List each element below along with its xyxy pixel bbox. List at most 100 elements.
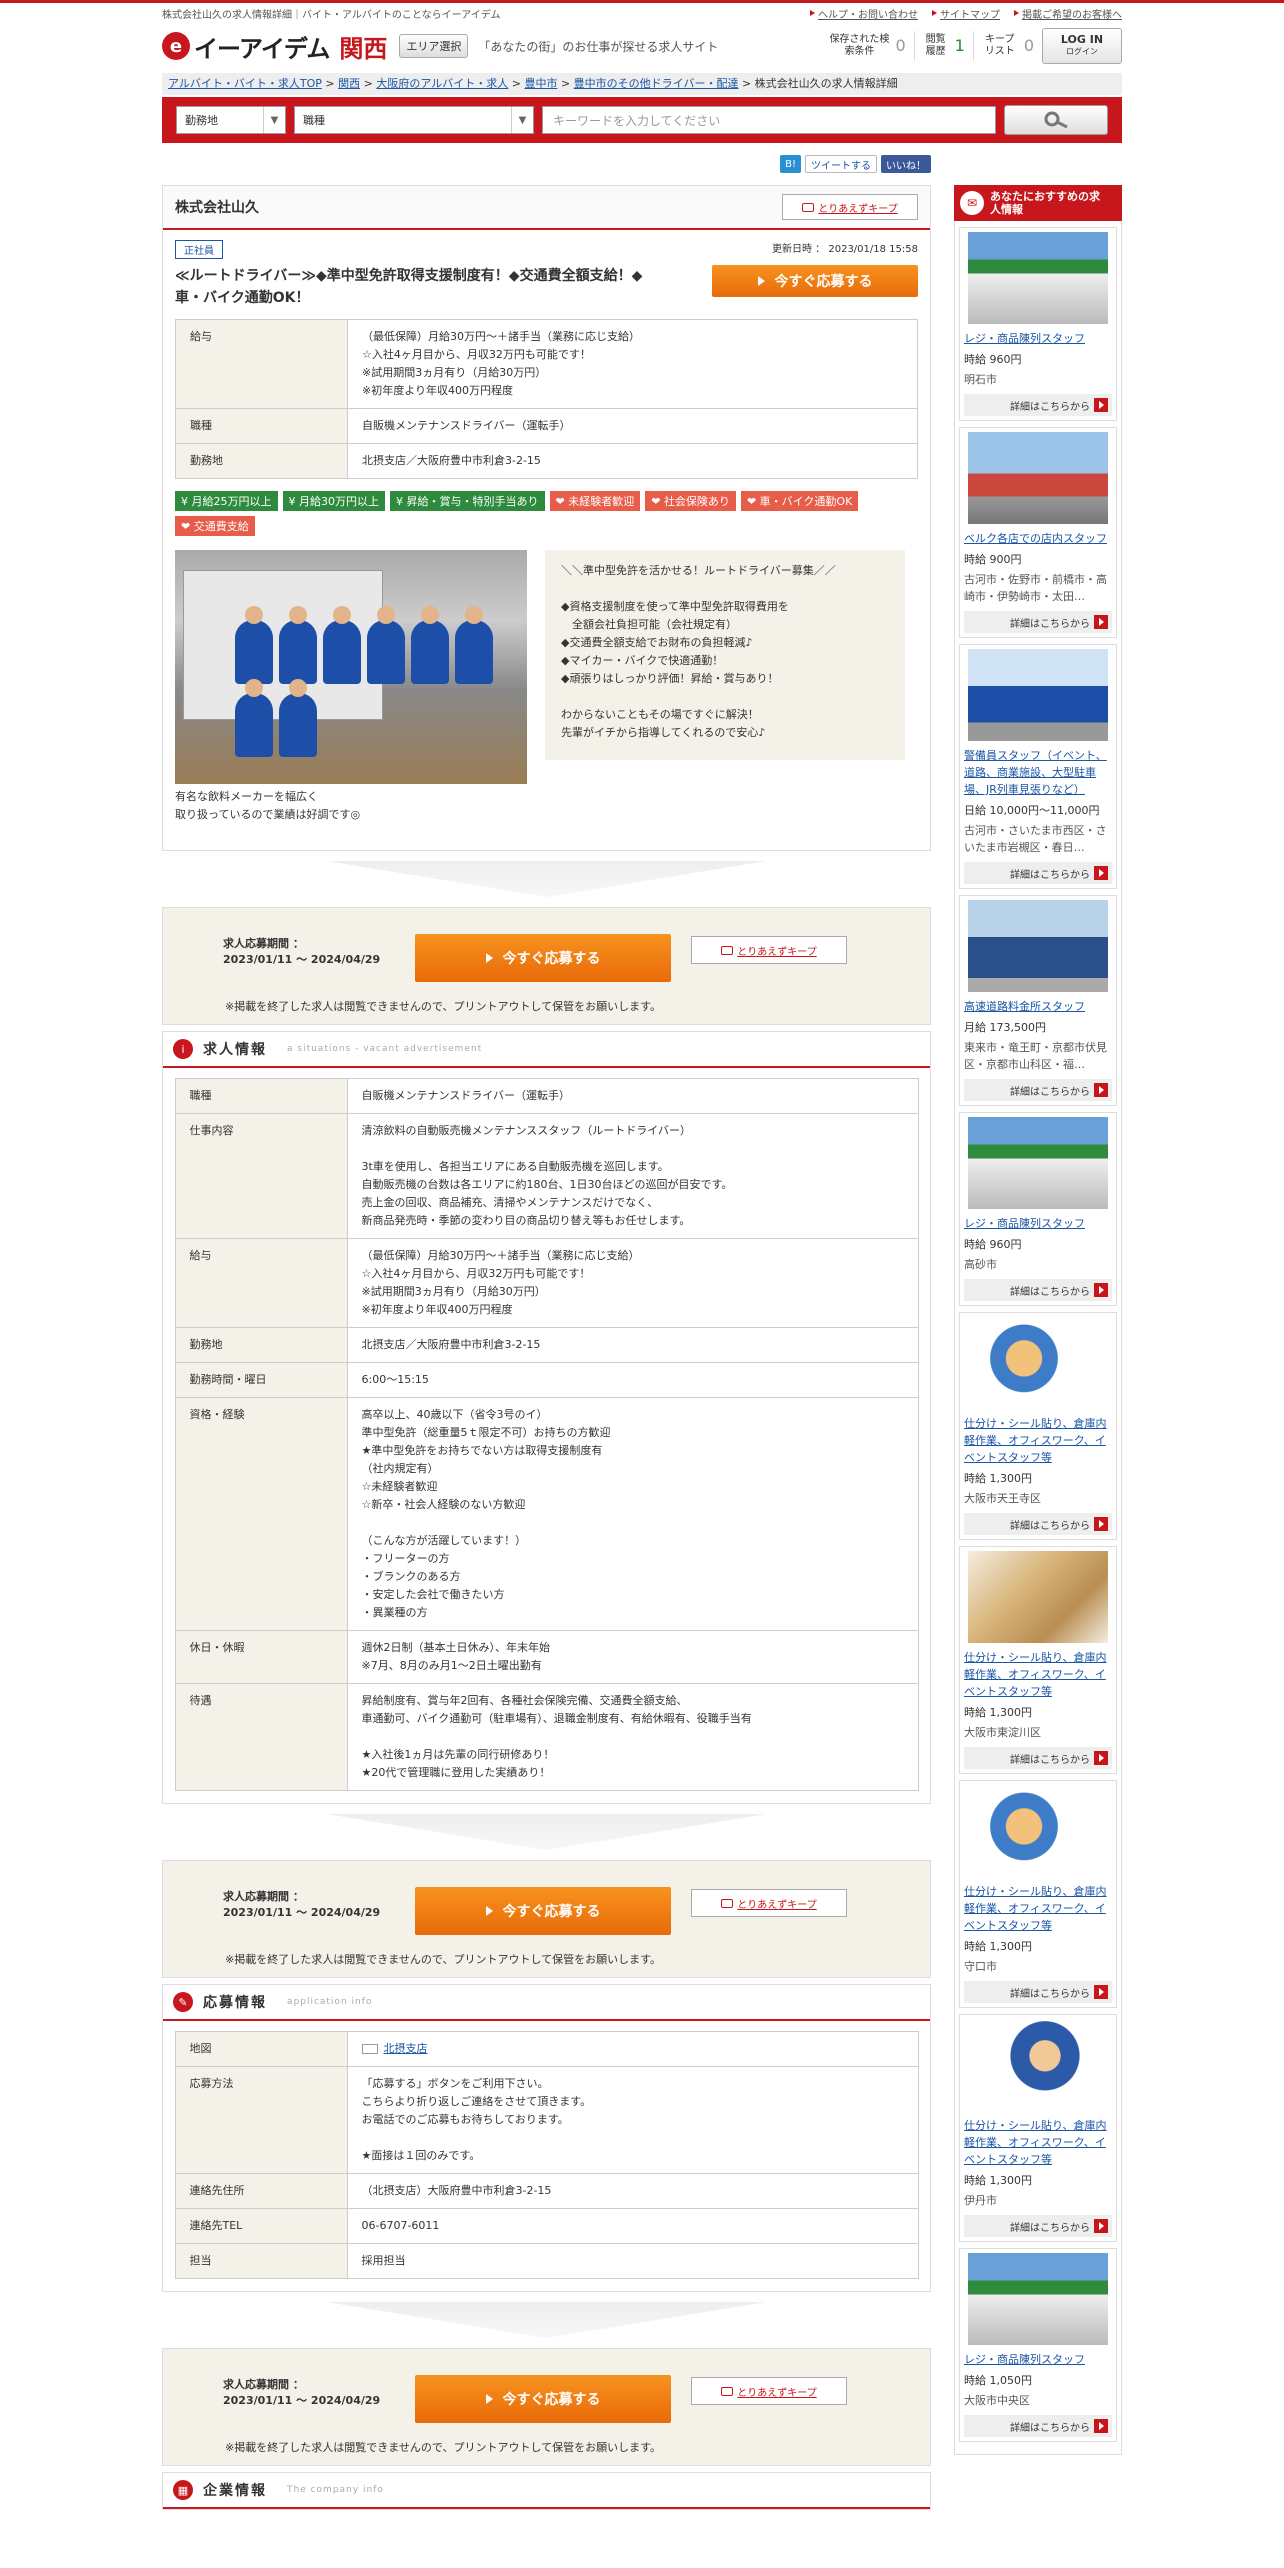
job-type-select[interactable]: 職種 ▼ bbox=[294, 106, 534, 134]
job-thumbnail[interactable] bbox=[968, 900, 1108, 992]
job-thumbnail[interactable] bbox=[968, 1785, 1108, 1877]
view-history[interactable]: 閲覧履歴 1 bbox=[923, 34, 965, 58]
details-button[interactable]: 詳細はこちらから bbox=[964, 1513, 1112, 1535]
recommend-title[interactable]: 仕分け・シール貼り、倉庫内軽作業、オフィスワーク、イベントスタッフ等 bbox=[964, 1415, 1112, 1466]
job-thumbnail[interactable] bbox=[968, 1117, 1108, 1209]
recommend-card[interactable]: 警備員スタッフ（イベント、道路、商業施設、大型駐車場、JR列車見張りなど） 日給 … bbox=[959, 644, 1117, 889]
keep-button[interactable]: とりあえずキープ bbox=[691, 1889, 847, 1917]
recommend-wage: 日給 10,000円〜11,000円 bbox=[964, 804, 1100, 817]
facebook-like-button[interactable]: いいね！ bbox=[881, 155, 931, 173]
job-thumbnail[interactable] bbox=[968, 2253, 1108, 2345]
recommend-title[interactable]: 高速道路料金所スタッフ bbox=[964, 998, 1112, 1015]
tag[interactable]: ¥ 月給25万円以上 bbox=[175, 491, 278, 511]
company-header: 株式会社山久 とりあえずキープ bbox=[163, 186, 930, 230]
job-thumbnail[interactable] bbox=[968, 2019, 1108, 2111]
arrow-icon bbox=[1014, 10, 1019, 16]
help-link[interactable]: ヘルプ・お問い合わせ bbox=[810, 6, 918, 21]
keep-list[interactable]: キープリスト 0 bbox=[982, 34, 1034, 58]
down-arrow-icon bbox=[326, 2302, 767, 2338]
keep-button[interactable]: とりあえずキープ bbox=[782, 194, 918, 220]
apply-box: 求人応募期間 ： 2023/01/11 ～ 2024/04/29 今すぐ応募する … bbox=[162, 907, 931, 1025]
job-thumbnail[interactable] bbox=[968, 1317, 1108, 1409]
site-logo[interactable]: e イーアイデム 関西 bbox=[162, 29, 387, 64]
play-icon bbox=[1094, 1083, 1108, 1097]
recommend-title[interactable]: レジ・商品陳列スタッフ bbox=[964, 1215, 1112, 1232]
keep-button[interactable]: とりあえずキープ bbox=[691, 936, 847, 964]
recommend-title[interactable]: レジ・商品陳列スタッフ bbox=[964, 2351, 1112, 2368]
saved-search[interactable]: 保存された検索条件 0 bbox=[829, 34, 905, 58]
tag[interactable]: ❤ 社会保険あり bbox=[645, 491, 736, 511]
recommend-card[interactable]: レジ・商品陳列スタッフ 時給 1,050円 大阪市中央区 詳細はこちらから bbox=[959, 2248, 1117, 2442]
recommend-wage: 時給 900円 bbox=[964, 553, 1022, 566]
recommend-card[interactable]: レジ・商品陳列スタッフ 時給 960円 明石市 詳細はこちらから bbox=[959, 227, 1117, 421]
area-select-button[interactable]: エリア選択 bbox=[399, 34, 469, 58]
keyword-input[interactable]: キーワードを入力してください bbox=[542, 106, 996, 134]
recommend-location: 守口市 bbox=[964, 1960, 997, 1973]
recommend-title[interactable]: 仕分け・シール貼り、倉庫内軽作業、オフィスワーク、イベントスタッフ等 bbox=[964, 2117, 1112, 2168]
apply-button[interactable]: 今すぐ応募する bbox=[415, 2375, 671, 2423]
chevron-down-icon: ▼ bbox=[263, 107, 285, 133]
search-button[interactable] bbox=[1004, 105, 1108, 135]
recommend-card[interactable]: ベルク各店での店内スタッフ 時給 900円 古河市・佐野市・前橋市・高崎市・伊勢崎市… bbox=[959, 427, 1117, 638]
folder-icon bbox=[721, 1898, 734, 1908]
breadcrumb-link[interactable]: 豊中市 bbox=[524, 77, 557, 90]
tag[interactable]: ❤ 交通費支給 bbox=[175, 516, 255, 536]
breadcrumb-link[interactable]: アルバイト・バイト・求人TOP bbox=[168, 77, 322, 90]
breadcrumb-link[interactable]: 大阪府のアルバイト・求人 bbox=[376, 77, 508, 90]
recommend-card[interactable]: 仕分け・シール貼り、倉庫内軽作業、オフィスワーク、イベントスタッフ等 時給 1,3… bbox=[959, 1780, 1117, 2008]
details-button[interactable]: 詳細はこちらから bbox=[964, 862, 1112, 884]
apply-button[interactable]: 今すぐ応募する bbox=[415, 934, 671, 982]
details-button[interactable]: 詳細はこちらから bbox=[964, 1279, 1112, 1301]
recommend-title[interactable]: 仕分け・シール貼り、倉庫内軽作業、オフィスワーク、イベントスタッフ等 bbox=[964, 1883, 1112, 1934]
table-row: 給与 （最低保障）月給30万円〜＋諸手当（業務に応じ支給） ☆入社4ヶ月目から、月… bbox=[174, 1238, 919, 1328]
details-button[interactable]: 詳細はこちらから bbox=[964, 1079, 1112, 1101]
recommend-title[interactable]: 警備員スタッフ（イベント、道路、商業施設、大型駐車場、JR列車見張りなど） bbox=[964, 747, 1112, 798]
details-button[interactable]: 詳細はこちらから bbox=[964, 2415, 1112, 2437]
job-thumbnail[interactable] bbox=[968, 432, 1108, 524]
recommend-location: 明石市 bbox=[964, 373, 997, 386]
apply-button[interactable]: 今すぐ応募する bbox=[415, 1887, 671, 1935]
tag[interactable]: ❤ 未経験者歓迎 bbox=[549, 491, 641, 511]
tag[interactable]: ¥ 月給30万円以上 bbox=[282, 491, 385, 511]
search-bar: 勤務地 ▼ 職種 ▼ キーワードを入力してください bbox=[162, 97, 1122, 143]
tweet-button[interactable]: ツイートする bbox=[805, 155, 877, 173]
breadcrumb-link[interactable]: 豊中市のその他ドライバー・配達 bbox=[574, 77, 739, 90]
apply-period: 2023/01/11 ～ 2024/04/29 bbox=[223, 953, 381, 966]
map-link[interactable]: 北摂支店 bbox=[384, 2042, 428, 2055]
login-button[interactable]: LOG IN ログイン bbox=[1042, 28, 1122, 64]
table-row: 勤務地 北摂支店／大阪府豊中市利倉3-2-15 bbox=[175, 443, 918, 479]
breadcrumb-link[interactable]: 関西 bbox=[338, 77, 360, 90]
job-thumbnail[interactable] bbox=[968, 649, 1108, 741]
table-row: 勤務時間・曜日 6:00〜15:15 bbox=[174, 1362, 919, 1398]
recommend-card[interactable]: 仕分け・シール貼り、倉庫内軽作業、オフィスワーク、イベントスタッフ等 時給 1,3… bbox=[959, 1546, 1117, 1774]
advertiser-link[interactable]: 掲載ご希望のお客様へ bbox=[1014, 6, 1122, 21]
job-thumbnail[interactable] bbox=[968, 232, 1108, 324]
tag[interactable]: ¥ 昇給・賞与・特別手当あり bbox=[390, 491, 545, 511]
play-icon bbox=[1094, 866, 1108, 880]
recommend-card[interactable]: 高速道路料金所スタッフ 月給 173,500円 東来市・竜王町・京都市伏見区・京都市… bbox=[959, 895, 1117, 1106]
recommend-title[interactable]: ベルク各店での店内スタッフ bbox=[964, 530, 1112, 547]
job-thumbnail[interactable] bbox=[968, 1551, 1108, 1643]
details-button[interactable]: 詳細はこちらから bbox=[964, 394, 1112, 416]
hatena-bookmark-button[interactable]: B! bbox=[780, 155, 801, 173]
play-icon bbox=[1094, 2419, 1108, 2433]
building-icon: ▦ bbox=[173, 2480, 193, 2500]
recommend-wage: 時給 1,050円 bbox=[964, 2374, 1032, 2387]
details-button[interactable]: 詳細はこちらから bbox=[964, 1981, 1112, 2003]
apply-button[interactable]: 今すぐ応募する bbox=[712, 265, 918, 297]
recommend-card[interactable]: 仕分け・シール貼り、倉庫内軽作業、オフィスワーク、イベントスタッフ等 時給 1,3… bbox=[959, 2014, 1117, 2242]
location-select[interactable]: 勤務地 ▼ bbox=[176, 106, 286, 134]
recommend-title[interactable]: 仕分け・シール貼り、倉庫内軽作業、オフィスワーク、イベントスタッフ等 bbox=[964, 1649, 1112, 1700]
tag[interactable]: ❤ 車・バイク通勤OK bbox=[740, 491, 859, 511]
table-row: 資格・経験 高卒以上、40歳以下（省令3号のイ） 準中型免許（総重量5ｔ限定不可）… bbox=[174, 1397, 919, 1631]
details-button[interactable]: 詳細はこちらから bbox=[964, 1747, 1112, 1769]
recommend-title[interactable]: レジ・商品陳列スタッフ bbox=[964, 330, 1112, 347]
folder-icon bbox=[802, 202, 815, 212]
details-button[interactable]: 詳細はこちらから bbox=[964, 2215, 1112, 2237]
recommend-list: レジ・商品陳列スタッフ 時給 960円 明石市 詳細はこちらから ベルク各店での店内スタ… bbox=[954, 221, 1122, 2455]
details-button[interactable]: 詳細はこちらから bbox=[964, 611, 1112, 633]
sitemap-link[interactable]: サイトマップ bbox=[932, 6, 1000, 21]
recommend-card[interactable]: 仕分け・シール貼り、倉庫内軽作業、オフィスワーク、イベントスタッフ等 時給 1,3… bbox=[959, 1312, 1117, 1540]
keep-button[interactable]: とりあえずキープ bbox=[691, 2377, 847, 2405]
recommend-card[interactable]: レジ・商品陳列スタッフ 時給 960円 高砂市 詳細はこちらから bbox=[959, 1112, 1117, 1306]
